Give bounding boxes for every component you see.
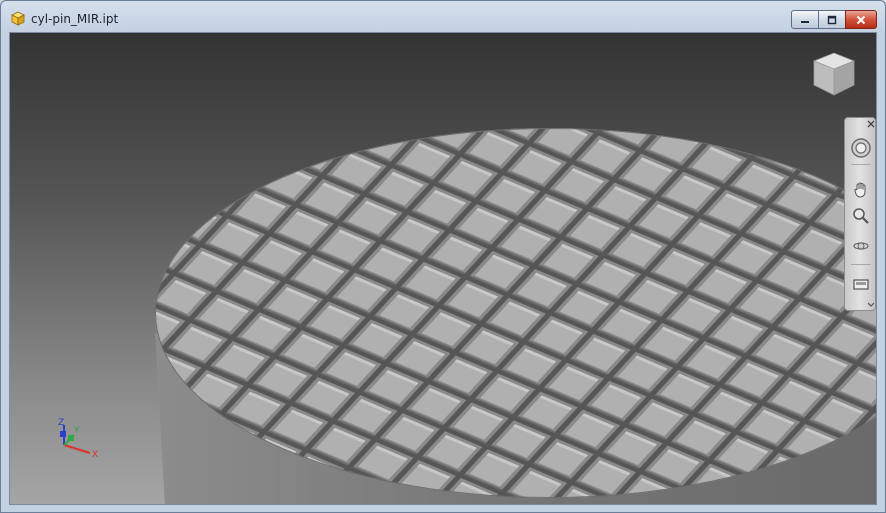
minimize-icon xyxy=(801,20,809,23)
zoom-button[interactable] xyxy=(849,204,873,228)
pan-button[interactable] xyxy=(849,178,873,202)
axis-z-label: Z xyxy=(58,418,64,428)
cylinder-pin-model[interactable] xyxy=(10,33,877,505)
viewcube-icon[interactable] xyxy=(810,49,858,99)
pan-hand-icon xyxy=(854,182,866,198)
maximize-button[interactable] xyxy=(818,10,846,29)
orbit-button[interactable] xyxy=(849,234,873,258)
nav-customize-icon[interactable] xyxy=(867,300,875,308)
steering-wheel-icon xyxy=(851,138,871,158)
steering-wheel-button[interactable] xyxy=(849,136,873,160)
axis-triad: Z Y X xyxy=(58,418,98,460)
minimize-button[interactable] xyxy=(791,10,819,29)
nav-separator xyxy=(851,264,871,265)
maximize-icon xyxy=(827,15,837,24)
zoom-icon xyxy=(853,208,869,224)
app-window: cyl-pin_MIR.ipt Z Y X xyxy=(0,0,886,513)
graphics-viewport[interactable]: Z Y X xyxy=(9,32,877,505)
close-button[interactable] xyxy=(845,10,877,29)
close-icon xyxy=(856,15,866,24)
nav-separator xyxy=(851,164,871,165)
navigation-bar xyxy=(844,117,876,311)
window-controls xyxy=(791,10,877,29)
close-icon[interactable] xyxy=(867,120,875,128)
look-at-icon xyxy=(853,279,869,290)
window-title: cyl-pin_MIR.ipt xyxy=(31,12,119,26)
orbit-icon xyxy=(853,242,869,250)
title-bar[interactable]: cyl-pin_MIR.ipt xyxy=(1,1,885,32)
axis-x-label: X xyxy=(92,450,98,460)
look-at-button[interactable] xyxy=(849,272,873,296)
part-file-icon xyxy=(11,11,25,26)
axis-y-label: Y xyxy=(73,426,80,436)
